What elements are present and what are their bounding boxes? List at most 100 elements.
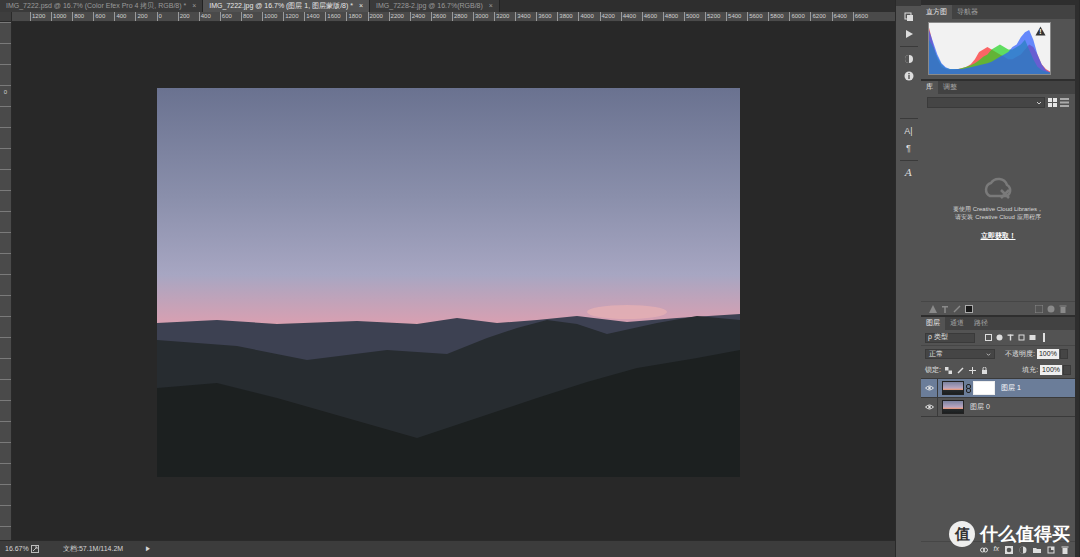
histogram-plot: [929, 23, 1050, 74]
smart-object-filter-icon[interactable]: [1029, 334, 1036, 341]
new-layer-icon[interactable]: [1047, 546, 1055, 554]
add-color-icon[interactable]: [965, 305, 973, 313]
layer-row[interactable]: 图层 0: [921, 398, 1075, 417]
tab-label[interactable]: IMG_7222.psd @ 16.7% (Color Efex Pro 4 拷…: [6, 1, 186, 12]
visibility-toggle[interactable]: [921, 398, 938, 416]
add-text-icon[interactable]: [941, 305, 949, 313]
watermark-text: 什么值得买: [980, 523, 1070, 545]
ruler-label: 4000: [578, 12, 599, 21]
blend-mode-dropdown[interactable]: 正常: [925, 349, 995, 359]
adjustments-icon[interactable]: [904, 54, 914, 64]
ruler-label: 400: [199, 12, 220, 21]
add-layer-style-icon[interactable]: [953, 305, 961, 313]
filter-kind-dropdown[interactable]: ρ 类型: [925, 333, 975, 343]
tab-label[interactable]: IMG_7228-2.jpg @ 16.7%(RGB/8): [376, 1, 483, 12]
delete-layer-icon[interactable]: [1061, 546, 1069, 554]
library-grid-icon[interactable]: [1035, 305, 1043, 313]
ruler-label: 3800: [557, 12, 578, 21]
status-bar: 16.67% 文档:57.1M/114.2M ▶: [0, 540, 895, 557]
lock-transparent-icon[interactable]: [945, 367, 952, 374]
layer-list: 图层 1 图层 0: [921, 379, 1075, 417]
library-dropdown[interactable]: [927, 97, 1045, 108]
link-layers-icon[interactable]: [980, 547, 988, 553]
panel-tab[interactable]: 导航器: [952, 5, 983, 19]
ruler-label: 1600: [325, 12, 346, 21]
info-icon[interactable]: [904, 71, 914, 81]
actions-play-icon[interactable]: [904, 29, 914, 39]
ruler-label: 200: [135, 12, 156, 21]
opacity-slider-button[interactable]: [1060, 349, 1068, 359]
adjustment-layer-icon[interactable]: [1019, 546, 1027, 554]
histogram-panel: 直方图导航器 !: [921, 0, 1075, 79]
layer-name[interactable]: 图层 1: [1001, 383, 1021, 394]
panel-tab[interactable]: 路径: [969, 317, 993, 330]
layer-filter-row: ρ 类型: [921, 330, 1075, 345]
lock-row: 锁定: 填充: 100%: [921, 362, 1075, 379]
layer-row[interactable]: 图层 1: [921, 379, 1075, 398]
sync-icon[interactable]: [1047, 305, 1055, 313]
lock-position-icon[interactable]: [969, 367, 976, 374]
ruler-label: 2400: [410, 12, 431, 21]
pixel-filter-icon[interactable]: [985, 334, 992, 341]
photoshop-window: IMG_7222.psd @ 16.7% (Color Efex Pro 4 拷…: [0, 0, 1080, 557]
mask-link-icon[interactable]: [966, 384, 971, 393]
filter-toggle[interactable]: [1043, 333, 1045, 342]
eye-icon[interactable]: [925, 404, 934, 410]
fill-field[interactable]: 100%: [1040, 365, 1062, 375]
panel-tab[interactable]: 图层: [921, 317, 945, 330]
glyphs-panel-icon[interactable]: A: [905, 168, 912, 178]
zoom-level[interactable]: 16.67%: [0, 544, 28, 555]
document-tab[interactable]: IMG_7222.psd @ 16.7% (Color Efex Pro 4 拷…: [0, 0, 203, 12]
tab-close-button[interactable]: ×: [489, 1, 493, 12]
add-graphic-icon[interactable]: [929, 305, 937, 313]
ruler-label: 1200: [30, 12, 51, 21]
tab-close-button[interactable]: ×: [192, 1, 196, 12]
layer-mask[interactable]: [964, 381, 995, 395]
ruler-label: 1800: [346, 12, 367, 21]
group-folder-icon[interactable]: [1033, 546, 1041, 554]
document-tab[interactable]: IMG_7222.jpg @ 16.7% (图层 1, 图层蒙版/8) * ×: [203, 0, 370, 12]
opacity-field[interactable]: 100%: [1037, 349, 1059, 359]
ruler-label: 400: [114, 12, 135, 21]
panel-tab[interactable]: 通道: [945, 317, 969, 330]
grid-view-icon[interactable]: [1048, 98, 1057, 107]
canvas[interactable]: [12, 22, 895, 540]
histogram-chart: !: [928, 22, 1051, 75]
list-view-icon[interactable]: [1060, 98, 1069, 107]
trash-icon[interactable]: [1059, 305, 1067, 313]
document-area: IMG_7222.psd @ 16.7% (Color Efex Pro 4 拷…: [0, 0, 895, 557]
library-panel-tabs: 库调整: [921, 81, 1075, 94]
panel-tab[interactable]: 库: [921, 81, 938, 94]
tab-close-button[interactable]: ×: [359, 1, 363, 12]
ruler-corner[interactable]: [0, 12, 12, 21]
fill-slider-button[interactable]: [1063, 365, 1071, 375]
panel-tab[interactable]: 调整: [938, 81, 962, 94]
get-now-link[interactable]: 立即获取！: [981, 231, 1016, 240]
visibility-toggle[interactable]: [921, 379, 938, 397]
document-tab[interactable]: IMG_7228-2.jpg @ 16.7%(RGB/8) ×: [370, 0, 500, 12]
history-icon[interactable]: [904, 12, 914, 22]
layers-panel: 图层通道路径 ρ 类型 正常 不透明度: 100%: [921, 317, 1075, 557]
ruler-label: 3400: [515, 12, 536, 21]
tab-label[interactable]: IMG_7222.jpg @ 16.7% (图层 1, 图层蒙版/8) *: [209, 1, 353, 12]
layer-name[interactable]: 图层 0: [970, 402, 990, 413]
ruler-label: 5800: [768, 12, 789, 21]
status-menu-arrow[interactable]: ▶: [145, 545, 151, 554]
add-mask-icon[interactable]: [1005, 546, 1013, 554]
eye-icon[interactable]: [925, 385, 934, 391]
export-icon[interactable]: [31, 545, 39, 553]
cache-warning-icon[interactable]: !: [1035, 26, 1046, 36]
ruler-label: 800: [72, 12, 93, 21]
type-filter-icon[interactable]: [1007, 334, 1014, 341]
mask-thumbnail[interactable]: [973, 381, 995, 395]
panel-tab[interactable]: 直方图: [921, 5, 952, 19]
shape-filter-icon[interactable]: [1018, 334, 1025, 341]
adjustment-filter-icon[interactable]: [996, 334, 1003, 341]
character-panel-icon[interactable]: A|: [904, 126, 912, 136]
histogram-series: [929, 30, 1050, 74]
paragraph-panel-icon[interactable]: ¶: [906, 143, 911, 153]
lock-all-icon[interactable]: [981, 367, 988, 374]
panel-dock: A| ¶ A: [895, 0, 921, 557]
layer-style-button[interactable]: fx: [994, 544, 999, 555]
lock-brush-icon[interactable]: [957, 367, 964, 374]
